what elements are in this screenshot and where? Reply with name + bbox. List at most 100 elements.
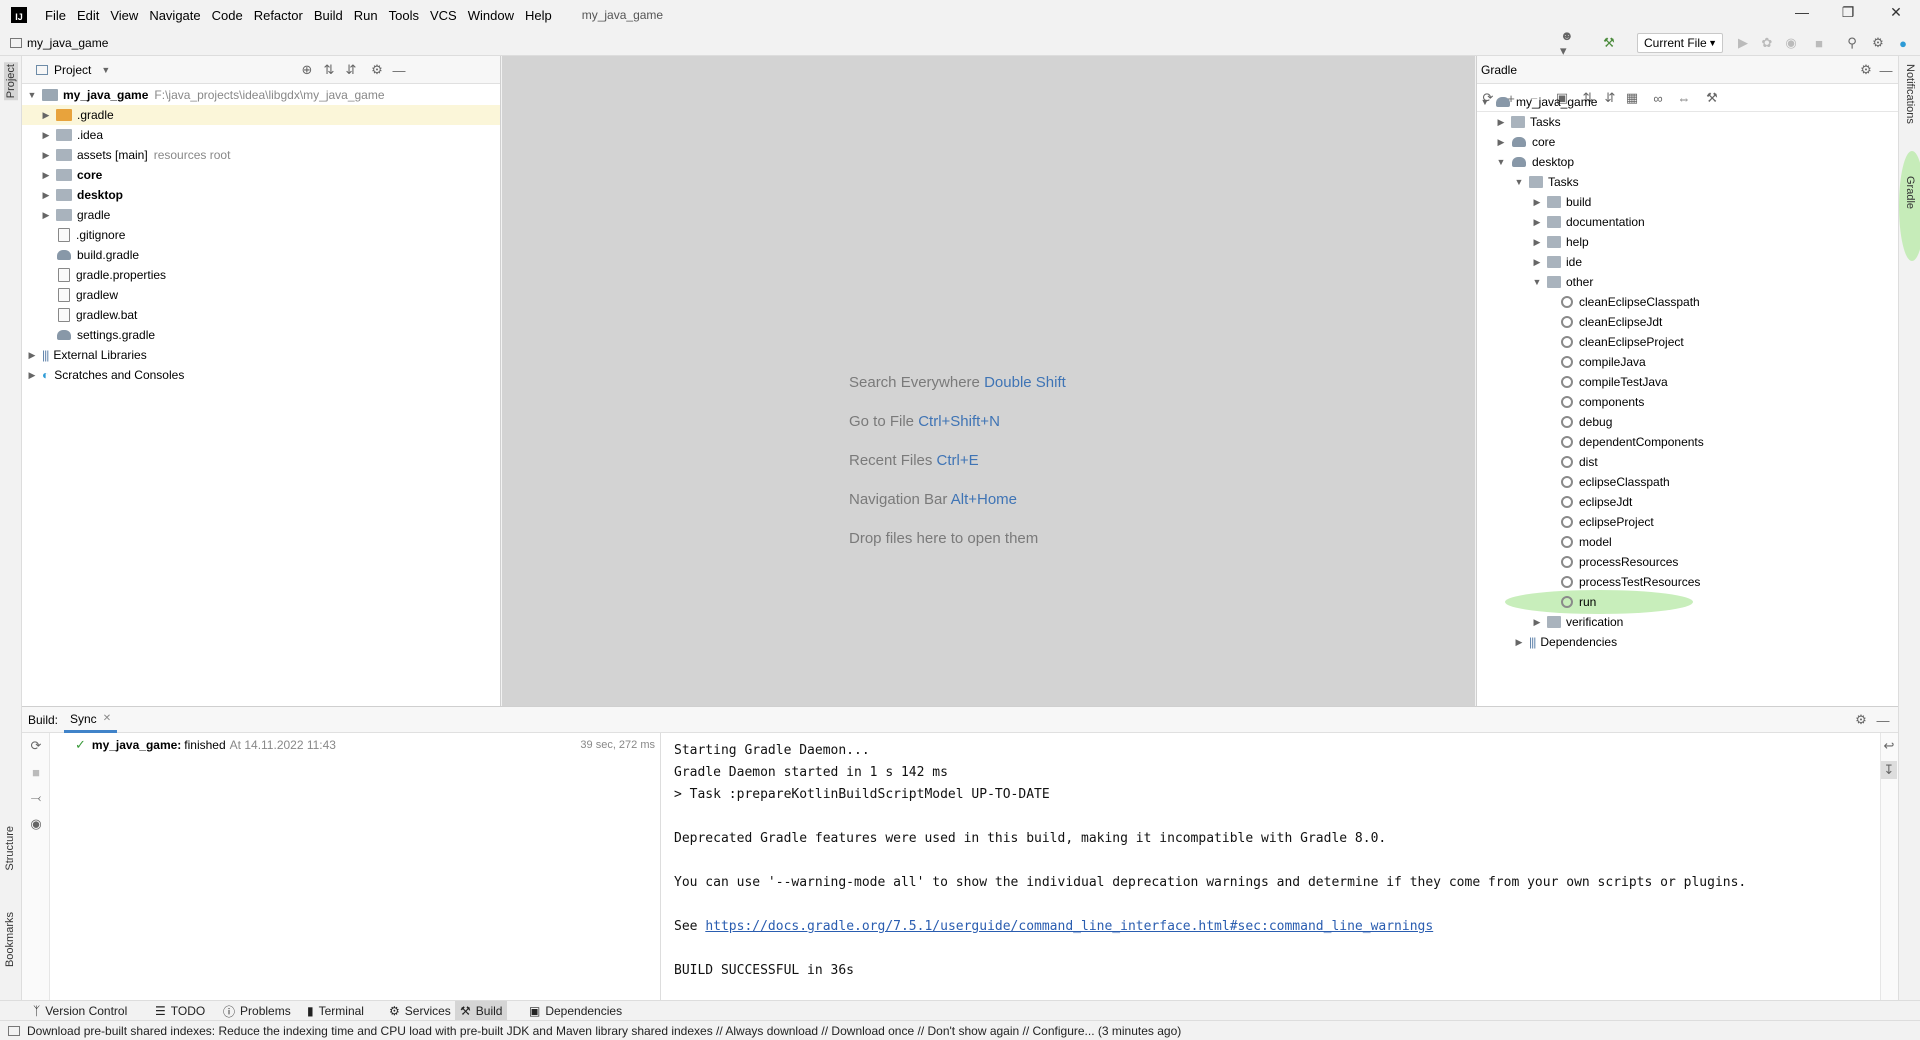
tab-dependencies[interactable]: ▣ Dependencies	[524, 1001, 627, 1021]
gradle-task-run[interactable]: run	[1557, 592, 1596, 612]
soft-wrap-icon[interactable]: ↩	[1881, 737, 1897, 755]
gradle-tree-ide[interactable]: ▶ ide	[1531, 252, 1582, 272]
status-message[interactable]: Download pre-built shared indexes: Reduc…	[27, 1024, 1181, 1038]
gradle-task[interactable]: dependentComponents	[1557, 432, 1704, 452]
collapse-all-icon[interactable]: ⇵	[1601, 89, 1619, 107]
gradle-task[interactable]: dist	[1557, 452, 1598, 472]
chevron-down-icon[interactable]: ▼	[26, 90, 38, 100]
stop-icon[interactable]: ■	[27, 763, 45, 781]
breadcrumb[interactable]: my_java_game	[10, 36, 108, 50]
gradle-tree-desktop-tasks[interactable]: ▼ Tasks	[1513, 172, 1579, 192]
gradle-task[interactable]: model	[1557, 532, 1612, 552]
eye-icon[interactable]: ◉	[27, 815, 45, 833]
chevron-down-icon[interactable]: ▼	[1495, 157, 1507, 167]
collapse-all-icon[interactable]: ⇵	[342, 61, 360, 79]
search-icon[interactable]: ⚲	[1843, 34, 1861, 52]
group-modules-icon[interactable]: ▦	[1623, 89, 1641, 107]
structure-tool-tab[interactable]: Structure	[4, 826, 16, 871]
notifications-tool-tab[interactable]: Notifications	[1904, 64, 1916, 124]
menu-run[interactable]: Run	[354, 6, 378, 25]
gradle-task[interactable]: compileTestJava	[1557, 372, 1668, 392]
chevron-right-icon[interactable]: ▶	[1495, 117, 1507, 128]
chevron-right-icon[interactable]: ▶	[40, 130, 52, 141]
build-tool-settings-icon[interactable]: ⚒	[1703, 89, 1721, 107]
user-icon[interactable]: ☻▾	[1560, 28, 1578, 58]
chevron-down-icon[interactable]: ▼	[1479, 97, 1491, 107]
close-tab-icon[interactable]: ✕	[103, 713, 111, 724]
chevron-down-icon[interactable]: ▼	[1513, 177, 1525, 187]
gradle-task[interactable]: eclipseJdt	[1557, 492, 1632, 512]
gradle-tool-tab[interactable]: Gradle	[1904, 176, 1916, 209]
tree-item-gitignore[interactable]: .gitignore	[52, 225, 125, 245]
run-icon[interactable]: ▶	[1734, 34, 1752, 52]
tree-item-assets[interactable]: ▶ assets [main] resources root	[40, 145, 231, 165]
chevron-right-icon[interactable]: ▶	[1531, 617, 1543, 628]
gradle-task[interactable]: processTestResources	[1557, 572, 1700, 592]
gradle-task[interactable]: eclipseProject	[1557, 512, 1654, 532]
chevron-right-icon[interactable]: ▶	[1531, 257, 1543, 268]
gradle-task[interactable]: cleanEclipseProject	[1557, 332, 1684, 352]
menu-code[interactable]: Code	[212, 6, 243, 25]
project-panel-title[interactable]: Project	[54, 63, 91, 77]
gradle-tree-documentation[interactable]: ▶ documentation	[1531, 212, 1645, 232]
build-hammer-icon[interactable]: ⚒	[1600, 34, 1618, 52]
gear-icon[interactable]: ⚙	[368, 61, 386, 79]
scroll-to-end-icon[interactable]: ↧	[1881, 761, 1897, 779]
chevron-right-icon[interactable]: ▶	[40, 150, 52, 161]
stop-icon[interactable]: ■	[1810, 34, 1828, 52]
gradle-tree-desktop[interactable]: ▼ desktop	[1495, 152, 1575, 172]
gradle-tree-root[interactable]: ▼ my_java_game	[1479, 92, 1598, 112]
chevron-right-icon[interactable]: ▶	[40, 190, 52, 201]
chevron-right-icon[interactable]: ▶	[1531, 197, 1543, 208]
build-result-row[interactable]: ✓ my_java_game: finished At 14.11.2022 1…	[75, 735, 655, 755]
gradle-tree-verification[interactable]: ▶ verification	[1531, 612, 1624, 632]
pin-icon[interactable]: ⤙	[27, 789, 45, 807]
tree-item-desktop[interactable]: ▶ desktop	[40, 185, 123, 205]
chevron-right-icon[interactable]: ▶	[40, 110, 52, 121]
gear-icon[interactable]: ⚙	[1869, 34, 1887, 52]
menu-navigate[interactable]: Navigate	[149, 6, 200, 25]
tree-item-scratches[interactable]: ▶ ◐ Scratches and Consoles	[26, 365, 185, 385]
gradle-task[interactable]: components	[1557, 392, 1644, 412]
chevron-right-icon[interactable]: ▶	[1531, 217, 1543, 228]
console-link[interactable]: https://docs.gradle.org/7.5.1/userguide/…	[705, 919, 1433, 934]
menu-help[interactable]: Help	[525, 6, 552, 25]
gradle-task[interactable]: cleanEclipseJdt	[1557, 312, 1662, 332]
menu-tools[interactable]: Tools	[389, 6, 419, 25]
tree-item-core[interactable]: ▶ core	[40, 165, 103, 185]
gradle-task[interactable]: compileJava	[1557, 352, 1646, 372]
menu-window[interactable]: Window	[468, 6, 514, 25]
chevron-right-icon[interactable]: ▶	[40, 210, 52, 221]
gradle-tree-tasks[interactable]: ▶ Tasks	[1495, 112, 1561, 132]
tab-services[interactable]: ⚙ Services	[384, 1001, 456, 1021]
menu-edit[interactable]: Edit	[77, 6, 99, 25]
build-console-output[interactable]: Starting Gradle Daemon... Gradle Daemon …	[662, 733, 1880, 1001]
project-root[interactable]: ▼ my_java_game F:\java_projects\idea\lib…	[26, 85, 496, 105]
menu-file[interactable]: File	[45, 6, 66, 25]
tab-problems[interactable]: ⓘ Problems	[218, 1001, 296, 1021]
restore-icon[interactable]: ❐	[1838, 4, 1858, 24]
tab-sync[interactable]: Sync ✕	[64, 707, 118, 733]
menu-refactor[interactable]: Refactor	[254, 6, 303, 25]
hide-icon[interactable]: —	[1874, 711, 1892, 729]
menu-build[interactable]: Build	[314, 6, 343, 25]
gradle-task[interactable]: eclipseClasspath	[1557, 472, 1670, 492]
rerun-icon[interactable]: ⟳	[27, 737, 45, 755]
gear-icon[interactable]: ⚙	[1852, 711, 1870, 729]
tree-item-build-gradle[interactable]: build.gradle	[52, 245, 139, 265]
coverage-icon[interactable]: ◉	[1782, 34, 1800, 52]
gradle-tree-build[interactable]: ▶ build	[1531, 192, 1592, 212]
tab-terminal[interactable]: ▮ Terminal	[302, 1001, 369, 1021]
tab-version-control[interactable]: ᛉ Version Control	[28, 1001, 132, 1021]
tab-build[interactable]: ⚒ Build	[455, 1001, 508, 1021]
debug-icon[interactable]: ✿	[1758, 34, 1776, 52]
gradle-tree-dependencies[interactable]: ▶ ||| Dependencies	[1513, 632, 1618, 652]
toggle-tasks-icon[interactable]: ⇔	[1675, 89, 1693, 107]
tree-item-gradle-properties[interactable]: gradle.properties	[52, 265, 166, 285]
expand-all-icon[interactable]: ⇅	[320, 61, 338, 79]
menu-vcs[interactable]: VCS	[430, 6, 457, 25]
gradle-tree-other[interactable]: ▼ other	[1531, 272, 1594, 292]
tree-item-settings-gradle[interactable]: settings.gradle	[52, 325, 155, 345]
chevron-right-icon[interactable]: ▶	[1495, 137, 1507, 148]
project-tool-tab[interactable]: Project	[4, 62, 18, 101]
